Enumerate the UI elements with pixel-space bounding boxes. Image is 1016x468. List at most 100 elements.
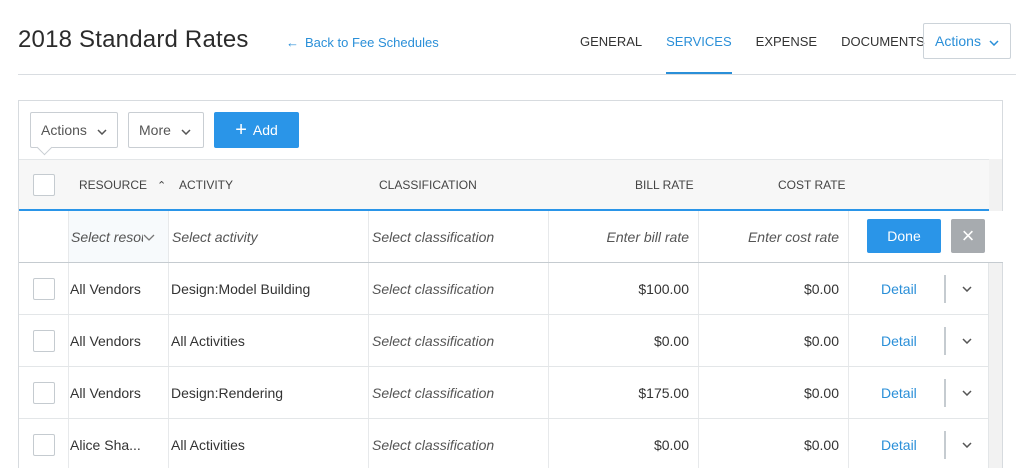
table-header: RESOURCE ⌃ ACTIVITY CLASSIFICATION BILL R… <box>19 159 989 211</box>
header-actions-label: Actions <box>935 33 981 49</box>
bill-rate-cell: $100.00 <box>638 280 689 297</box>
cost-rate-cell: $0.00 <box>803 280 839 297</box>
column-divider <box>168 211 169 262</box>
column-divider <box>368 419 369 468</box>
column-divider <box>848 263 849 314</box>
detail-link[interactable]: Detail <box>881 367 917 418</box>
activity-select[interactable]: Select activity <box>172 211 367 262</box>
chevron-down-icon[interactable] <box>962 419 972 468</box>
action-divider <box>944 379 946 407</box>
column-divider <box>168 315 169 366</box>
column-label-resource: RESOURCE <box>79 178 148 192</box>
bill-rate-cell: $0.00 <box>653 436 689 453</box>
row-checkbox[interactable] <box>33 434 55 456</box>
column-divider <box>848 367 849 418</box>
cost-rate-input[interactable]: Enter cost rate <box>699 211 839 262</box>
column-divider <box>848 211 849 262</box>
cost-rate-placeholder: Enter cost rate <box>747 228 839 245</box>
row-checkbox[interactable] <box>33 278 55 300</box>
arrow-left-icon: ← <box>286 35 299 50</box>
select-all-checkbox[interactable] <box>33 174 55 196</box>
detail-link[interactable]: Detail <box>881 263 917 314</box>
column-divider <box>68 419 69 468</box>
bulk-actions-label: Actions <box>41 122 87 138</box>
more-label: More <box>139 122 171 138</box>
bill-rate-cell: $175.00 <box>638 384 689 401</box>
classification-cell[interactable]: Select classification <box>372 419 494 468</box>
classification-select-placeholder: Select classification <box>372 228 495 245</box>
tab-expense[interactable]: EXPENSE <box>744 24 829 74</box>
bill-rate-placeholder: Enter bill rate <box>606 228 689 245</box>
activity-cell: All Activities <box>171 332 245 349</box>
header-actions-dropdown[interactable]: Actions <box>923 23 1011 59</box>
table-row: All Vendors Design:Rendering Select clas… <box>19 367 989 419</box>
resource-select-placeholder: Select resource <box>71 228 149 245</box>
chevron-down-icon[interactable] <box>962 367 972 418</box>
column-divider <box>368 263 369 314</box>
column-header-cost-rate[interactable]: COST RATE <box>778 160 846 210</box>
action-divider <box>944 275 946 303</box>
column-header-classification[interactable]: CLASSIFICATION <box>379 160 477 210</box>
classification-select[interactable]: Select classification <box>372 211 547 262</box>
column-divider <box>68 367 69 418</box>
fee-schedule-page: 2018 Standard Rates ← Back to Fee Schedu… <box>0 0 1016 468</box>
detail-link[interactable]: Detail <box>881 419 917 468</box>
classification-cell[interactable]: Select classification <box>372 315 494 366</box>
chevron-down-icon[interactable] <box>962 263 972 314</box>
column-header-bill-rate[interactable]: BILL RATE <box>635 160 694 210</box>
column-divider <box>168 367 169 418</box>
chevron-down-icon[interactable] <box>962 315 972 366</box>
chevron-down-icon <box>143 229 155 244</box>
column-divider <box>368 211 369 262</box>
column-divider <box>168 263 169 314</box>
back-link-label: Back to Fee Schedules <box>305 35 439 50</box>
row-checkbox[interactable] <box>33 330 55 352</box>
more-dropdown[interactable]: More <box>128 112 204 148</box>
column-divider <box>848 315 849 366</box>
bill-rate-cell: $0.00 <box>653 332 689 349</box>
close-icon[interactable]: × <box>951 219 985 253</box>
resource-cell: All Vendors <box>70 280 141 297</box>
column-divider <box>168 419 169 468</box>
tab-documents[interactable]: DOCUMENTS <box>829 24 937 74</box>
bulk-actions-dropdown[interactable]: Actions <box>30 112 118 148</box>
column-header-resource[interactable]: RESOURCE ⌃ <box>79 160 166 210</box>
services-card: Actions More + Add RESOURCE ⌃ ACTIVITY C… <box>18 100 1003 468</box>
column-divider <box>368 367 369 418</box>
header-divider <box>18 74 1016 75</box>
done-button[interactable]: Done <box>867 219 941 253</box>
add-label: Add <box>252 122 278 138</box>
table-row: Alice Sha... All Activities Select class… <box>19 419 989 468</box>
classification-cell[interactable]: Select classification <box>372 367 494 418</box>
classification-cell[interactable]: Select classification <box>372 263 494 314</box>
column-divider <box>68 315 69 366</box>
resource-cell: All Vendors <box>70 384 141 401</box>
table-toolbar: Actions More + Add <box>30 112 299 148</box>
tab-general[interactable]: GENERAL <box>568 24 654 74</box>
table-row: All Vendors Design:Model Building Select… <box>19 263 989 315</box>
chevron-down-icon <box>181 122 191 138</box>
table-scrollbar[interactable] <box>988 159 1002 468</box>
bill-rate-input[interactable]: Enter bill rate <box>549 211 689 262</box>
column-divider <box>848 419 849 468</box>
page-title: 2018 Standard Rates <box>18 26 249 53</box>
resource-select[interactable]: Select resource <box>69 211 168 262</box>
action-divider <box>944 431 946 459</box>
table-row: All Vendors All Activities Select classi… <box>19 315 989 367</box>
column-header-activity[interactable]: ACTIVITY <box>179 160 233 210</box>
activity-cell: Design:Model Building <box>171 280 311 297</box>
chevron-down-icon <box>989 33 999 49</box>
cost-rate-cell: $0.00 <box>803 332 839 349</box>
detail-link[interactable]: Detail <box>881 315 917 366</box>
back-to-fee-schedules-link[interactable]: ← Back to Fee Schedules <box>286 35 439 50</box>
activity-cell: Design:Rendering <box>171 384 284 401</box>
cost-rate-cell: $0.00 <box>803 436 839 453</box>
action-divider <box>944 327 946 355</box>
tab-bar: GENERAL SERVICES EXPENSE DOCUMENTS <box>568 24 937 74</box>
plus-icon: + <box>235 119 247 141</box>
new-rate-edit-row: Select resource Select activity Select c… <box>19 211 1003 263</box>
chevron-down-icon <box>97 122 107 138</box>
add-button[interactable]: + Add <box>214 112 299 148</box>
tab-services[interactable]: SERVICES <box>654 24 744 74</box>
row-checkbox[interactable] <box>33 382 55 404</box>
